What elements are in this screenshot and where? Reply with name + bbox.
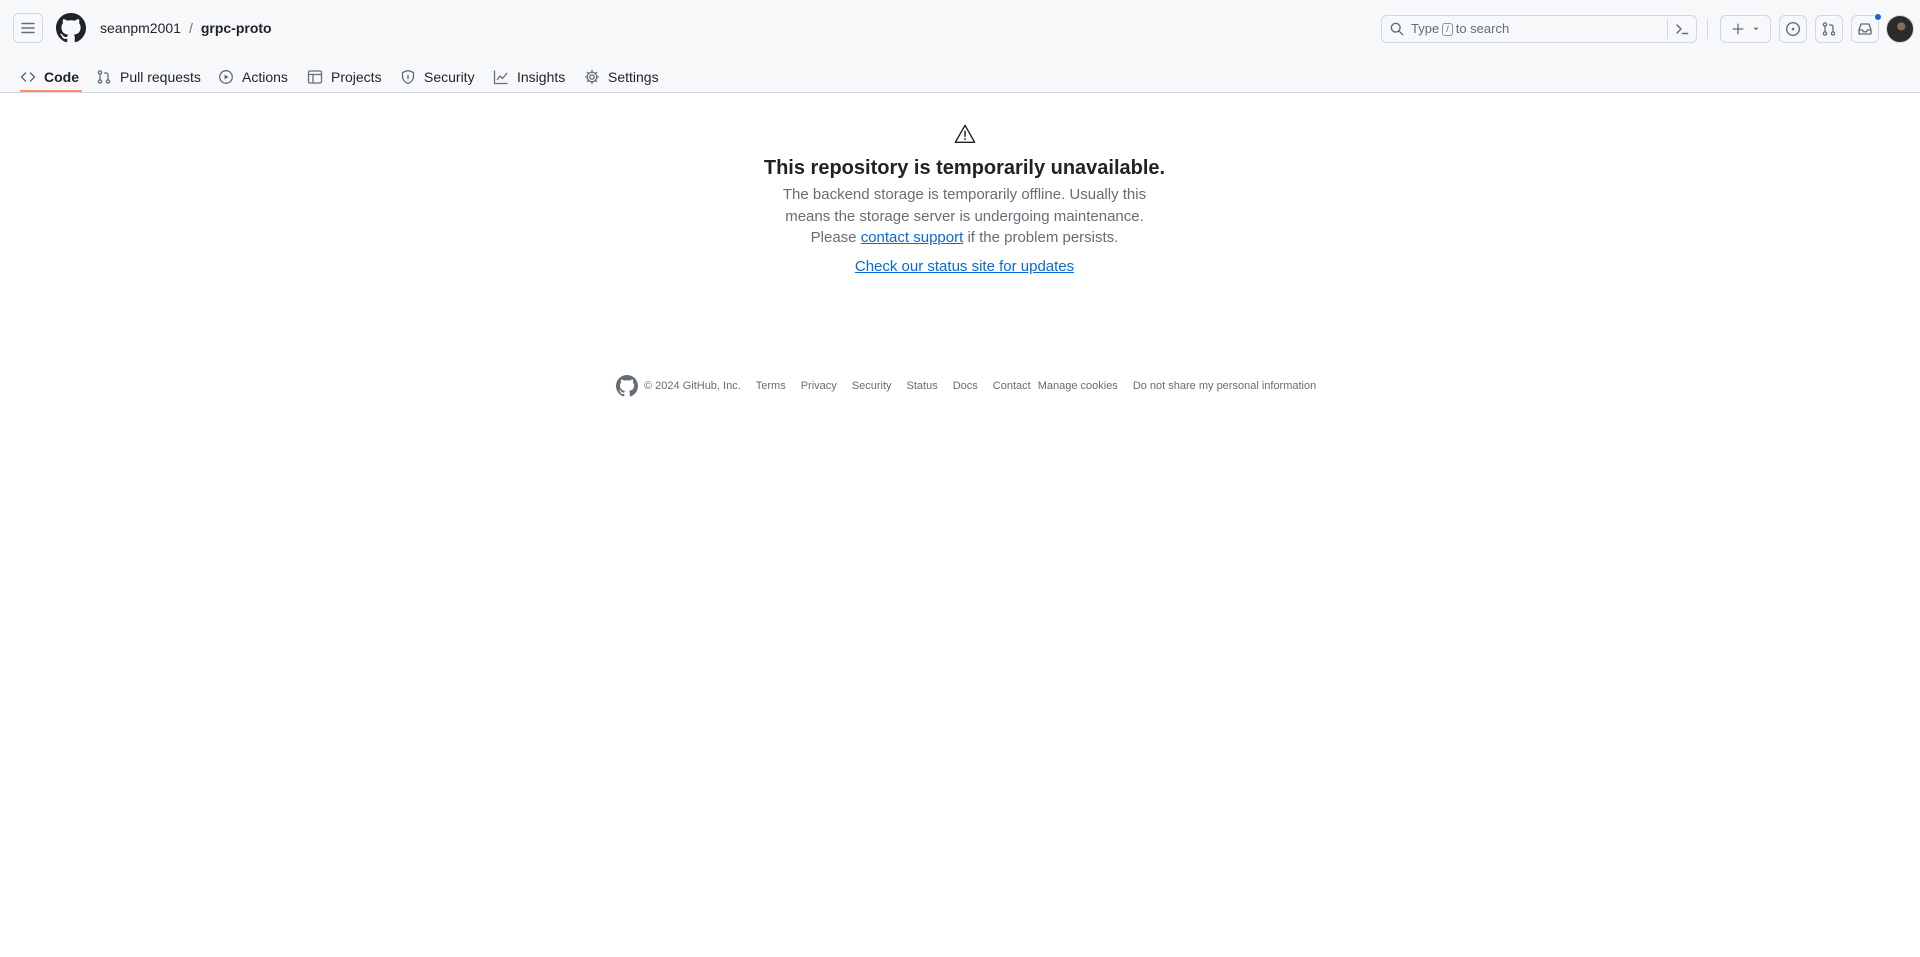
description-suffix: if the problem persists. xyxy=(967,229,1119,246)
footer-link-status[interactable]: Status xyxy=(907,379,938,393)
tab-label: Insights xyxy=(517,69,566,85)
code-icon xyxy=(20,72,36,82)
footer-link-manage-cookies[interactable]: Manage cookies xyxy=(1038,379,1118,393)
footer-link-do-not-share[interactable]: Do not share my personal information xyxy=(1133,379,1316,393)
command-palette-icon[interactable] xyxy=(1674,21,1690,37)
description-line: means the storage server is undergoing m… xyxy=(785,207,1144,225)
alert-icon xyxy=(954,124,976,143)
git-pull-request-icon xyxy=(1822,22,1836,36)
menu-button[interactable] xyxy=(13,13,43,43)
pull-requests-button[interactable] xyxy=(1815,15,1843,43)
breadcrumb: seanpm2001 / grpc-proto xyxy=(100,19,272,37)
issues-button[interactable] xyxy=(1779,15,1807,43)
tab-label: Code xyxy=(44,69,79,85)
tab-insights[interactable]: Insights xyxy=(493,62,565,92)
search-shortcut-key: / xyxy=(1442,22,1453,36)
tab-label: Projects xyxy=(331,69,382,85)
footer-link-docs[interactable]: Docs xyxy=(953,379,978,393)
page-title: This repository is temporarily unavailab… xyxy=(763,157,1166,179)
contact-support-link[interactable]: contact support xyxy=(861,229,964,246)
footer: © 2024 GitHub, Inc. Terms Privacy Securi… xyxy=(616,375,1316,397)
description-line: Please contact support if the problem pe… xyxy=(777,227,1152,249)
search-divider xyxy=(1667,19,1668,39)
inbox-icon xyxy=(1858,23,1872,35)
footer-link-contact[interactable]: Contact xyxy=(993,379,1031,393)
tab-label: Pull requests xyxy=(120,69,201,85)
footer-link-security[interactable]: Security xyxy=(852,379,892,393)
footer-link-terms[interactable]: Terms xyxy=(756,379,786,393)
search-input[interactable]: Type / to search xyxy=(1381,15,1697,43)
breadcrumb-owner[interactable]: seanpm2001 xyxy=(100,19,181,37)
git-pull-request-icon xyxy=(97,70,111,84)
hamburger-icon xyxy=(21,22,35,34)
search-placeholder: Type / to search xyxy=(1411,21,1509,37)
tab-settings[interactable]: Settings xyxy=(584,62,659,92)
notification-indicator xyxy=(1874,13,1882,21)
plus-icon xyxy=(1732,23,1743,35)
app-header: seanpm2001 / grpc-proto Type / to search xyxy=(0,0,1920,93)
footer-copyright: © 2024 GitHub, Inc. xyxy=(644,380,741,392)
github-logo-icon[interactable] xyxy=(616,375,638,397)
shield-icon xyxy=(401,69,415,85)
breadcrumb-separator: / xyxy=(188,20,193,36)
footer-link-privacy[interactable]: Privacy xyxy=(801,379,837,393)
avatar[interactable] xyxy=(1886,15,1914,43)
header-divider xyxy=(1707,19,1708,39)
triangle-down-icon xyxy=(1753,27,1758,31)
top-bar: seanpm2001 / grpc-proto Type / to search xyxy=(0,0,1920,56)
github-logo-icon[interactable] xyxy=(56,13,86,43)
error-description: The backend storage is temporarily offli… xyxy=(777,184,1152,249)
gear-icon xyxy=(584,69,600,85)
description-prefix: Please xyxy=(810,229,857,246)
tab-pull-requests[interactable]: Pull requests xyxy=(96,62,201,92)
table-icon xyxy=(307,70,323,84)
tab-label: Settings xyxy=(608,69,659,85)
tab-label: Security xyxy=(424,69,475,85)
breadcrumb-repo[interactable]: grpc-proto xyxy=(201,19,272,37)
repo-nav: Code Pull requests Actions Projects Secu… xyxy=(0,56,1920,93)
search-placeholder-suffix: to search xyxy=(1455,21,1510,36)
status-site-link[interactable]: Check our status site for updates xyxy=(855,258,1074,275)
issue-opened-icon xyxy=(1785,21,1801,37)
tab-security[interactable]: Security xyxy=(400,62,475,92)
search-icon xyxy=(1390,22,1404,36)
tab-actions[interactable]: Actions xyxy=(218,62,288,92)
tab-code[interactable]: Code xyxy=(20,62,79,92)
create-new-button[interactable] xyxy=(1720,15,1771,43)
tab-label: Actions xyxy=(242,69,288,85)
description-line: The backend storage is temporarily offli… xyxy=(782,186,1147,203)
graph-icon xyxy=(493,70,508,85)
status-link-wrapper: Check our status site for updates xyxy=(0,257,1920,277)
play-icon xyxy=(219,70,233,84)
active-tab-indicator xyxy=(20,90,82,92)
tab-projects[interactable]: Projects xyxy=(307,62,382,92)
search-placeholder-prefix: Type xyxy=(1411,21,1440,36)
